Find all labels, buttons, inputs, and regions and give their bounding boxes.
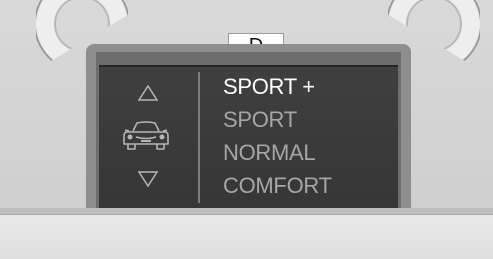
instrument-cluster: D SPORT + SPORT NORMAL COMFORT <box>0 0 493 259</box>
mode-item-sport[interactable]: SPORT <box>223 107 297 133</box>
panel-divider <box>198 72 200 203</box>
triangle-down-icon[interactable] <box>137 170 159 188</box>
mode-item-normal[interactable]: NORMAL <box>223 140 316 166</box>
mode-item-sport-plus[interactable]: SPORT + <box>223 74 315 100</box>
lower-bezel <box>0 214 493 259</box>
mode-item-comfort[interactable]: COMFORT <box>223 173 332 199</box>
triangle-up-icon[interactable] <box>137 84 159 102</box>
car-front-icon <box>123 121 169 150</box>
